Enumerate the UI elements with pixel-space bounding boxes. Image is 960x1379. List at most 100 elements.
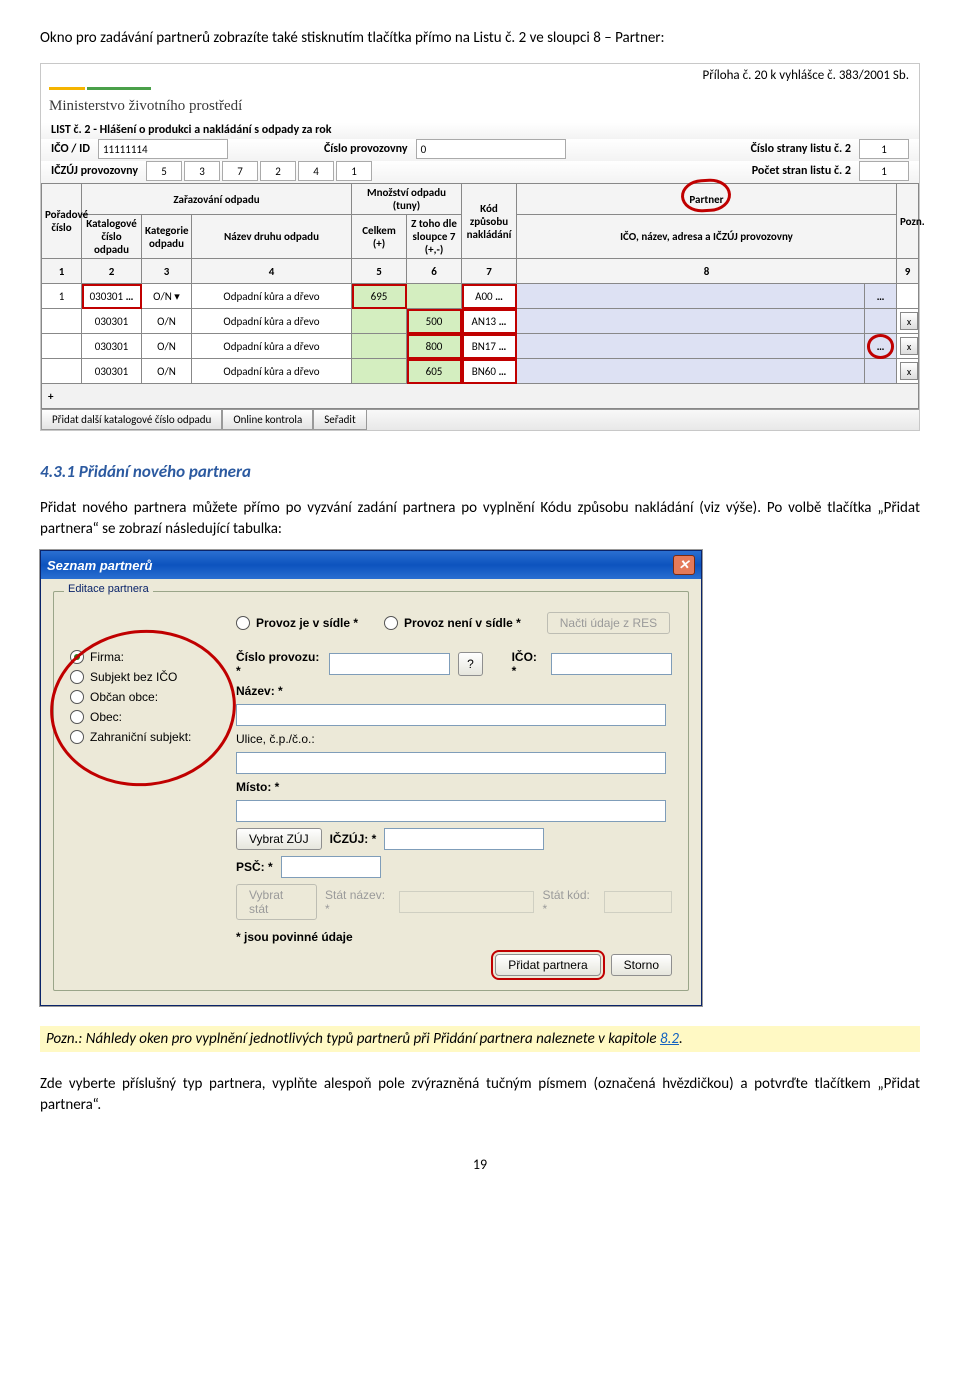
col-num: 3 bbox=[142, 259, 192, 284]
label-ulice: Ulice, č.p./č.o.: bbox=[236, 732, 315, 746]
col-mnozstvi: Množství odpadu (tuny) bbox=[352, 184, 462, 215]
cell-celkem[interactable] bbox=[352, 359, 407, 384]
close-icon[interactable]: ✕ bbox=[673, 555, 695, 575]
ico-value[interactable]: 11111114 bbox=[98, 139, 228, 159]
pocet-stran-value[interactable]: 1 bbox=[859, 161, 909, 181]
input-iczuj[interactable] bbox=[384, 828, 544, 850]
radio-icon[interactable] bbox=[70, 690, 84, 704]
iczuj-cell[interactable]: 2 bbox=[260, 161, 296, 181]
cell-partner-btn[interactable] bbox=[865, 359, 897, 384]
cell-nazev: Odpadní kůra a dřevo bbox=[192, 334, 352, 359]
input-nazev[interactable] bbox=[236, 704, 666, 726]
iczuj-cells[interactable]: 5 3 7 2 4 1 bbox=[146, 161, 372, 181]
col-num: 9 bbox=[897, 259, 919, 284]
cell-on[interactable]: O/N ▾ bbox=[142, 284, 192, 309]
paragraph-intro: Okno pro zadávání partnerů zobrazíte tak… bbox=[40, 28, 920, 49]
cell-ztoho[interactable]: 605 bbox=[407, 359, 462, 384]
cell-partner[interactable] bbox=[517, 334, 865, 359]
col-partner: Partner bbox=[517, 184, 897, 215]
cell-kod[interactable]: BN60 … bbox=[462, 359, 517, 384]
iczuj-cell[interactable]: 3 bbox=[184, 161, 220, 181]
cell-on[interactable]: O/N bbox=[142, 334, 192, 359]
radio-icon[interactable] bbox=[70, 650, 84, 664]
btn-add-catalog[interactable]: Přidat další katalogové číslo odpadu bbox=[41, 410, 222, 430]
cell-nazev: Odpadní kůra a dřevo bbox=[192, 359, 352, 384]
help-button[interactable]: ? bbox=[458, 652, 482, 676]
pocet-stran-label: Počet stran listu č. 2 bbox=[752, 164, 851, 178]
cell-partner[interactable] bbox=[517, 359, 865, 384]
input-ico[interactable] bbox=[551, 653, 672, 675]
cell-kod[interactable]: A00 … bbox=[462, 284, 517, 309]
cell-celkem[interactable] bbox=[352, 309, 407, 334]
attachment-label: Příloha č. 20 k vyhlášce č. 383/2001 Sb. bbox=[41, 64, 919, 83]
cell-del[interactable]: x bbox=[897, 309, 919, 334]
cislo-provozovny-value[interactable]: 0 bbox=[416, 139, 566, 159]
cell-partner-btn[interactable] bbox=[865, 309, 897, 334]
iczuj-cell[interactable]: 7 bbox=[222, 161, 258, 181]
radio-zahranicni[interactable]: Zahraniční subjekt: bbox=[70, 730, 220, 744]
cislo-strany-value[interactable]: 1 bbox=[859, 139, 909, 159]
label-nazev: Název: * bbox=[236, 684, 283, 698]
cell-kat[interactable]: 030301 bbox=[82, 359, 142, 384]
input-misto[interactable] bbox=[236, 800, 666, 822]
cell-kod[interactable]: BN17 … bbox=[462, 334, 517, 359]
cell-ztoho[interactable]: 500 bbox=[407, 309, 462, 334]
radio-firma[interactable]: Firma: bbox=[70, 650, 220, 664]
cell-kod[interactable]: AN13 … bbox=[462, 309, 517, 334]
col-num: 2 bbox=[82, 259, 142, 284]
mandatory-note: * jsou povinné údaje bbox=[236, 930, 672, 944]
cell-partner-btn[interactable]: … bbox=[865, 334, 897, 359]
cell-partner[interactable] bbox=[517, 309, 865, 334]
cell-on[interactable]: O/N bbox=[142, 309, 192, 334]
radio-provoz-neni-v-sidle[interactable]: Provoz není v sídle * bbox=[384, 616, 521, 630]
iczuj-cell[interactable]: 1 bbox=[336, 161, 372, 181]
input-psc[interactable] bbox=[281, 856, 381, 878]
btn-storno[interactable]: Storno bbox=[611, 954, 672, 976]
radio-icon[interactable] bbox=[236, 616, 250, 630]
cell-ztoho[interactable] bbox=[407, 284, 462, 309]
input-ulice[interactable] bbox=[236, 752, 666, 774]
btn-online-check[interactable]: Online kontrola bbox=[222, 410, 313, 430]
cell-kat[interactable]: 030301 bbox=[82, 334, 142, 359]
iczuj-cell[interactable]: 4 bbox=[298, 161, 334, 181]
bottom-toolbar: Přidat další katalogové číslo odpadu Onl… bbox=[41, 409, 919, 430]
radio-subjekt-bez-ico[interactable]: Subjekt bez IČO bbox=[70, 670, 220, 684]
radio-obcan-obce[interactable]: Občan obce: bbox=[70, 690, 220, 704]
paragraph-body: Přidat nového partnera můžete přímo po v… bbox=[40, 498, 920, 540]
label-psc: PSČ: * bbox=[236, 860, 273, 874]
radio-icon[interactable] bbox=[70, 670, 84, 684]
table-row: 030301 O/N Odpadní kůra a dřevo 800 BN17… bbox=[42, 334, 919, 359]
input-cislo-provozu[interactable] bbox=[329, 653, 450, 675]
add-row[interactable]: + bbox=[42, 384, 919, 409]
cell-kat[interactable]: 030301 bbox=[82, 309, 142, 334]
col-num: 1 bbox=[42, 259, 82, 284]
chapter-link[interactable]: 8.2 bbox=[660, 1030, 679, 1048]
radio-obec[interactable]: Obec: bbox=[70, 710, 220, 724]
btn-vybrat-zuj[interactable]: Vybrat ZÚJ bbox=[236, 828, 322, 850]
cell-ztoho[interactable]: 800 bbox=[407, 334, 462, 359]
note-box: Pozn.: Náhledy oken pro vyplnění jednotl… bbox=[40, 1026, 920, 1052]
table-row: 030301 O/N Odpadní kůra a dřevo 500 AN13… bbox=[42, 309, 919, 334]
input-stat-kod bbox=[604, 891, 672, 913]
radio-provoz-v-sidle[interactable]: Provoz je v sídle * bbox=[236, 616, 358, 630]
cell-del[interactable]: x bbox=[897, 359, 919, 384]
col-zarazovani: Zařazování odpadu bbox=[82, 184, 352, 215]
screenshot-dialog-seznam-partneru: Seznam partnerů ✕ Editace partnera Firma… bbox=[40, 550, 702, 1006]
radio-icon[interactable] bbox=[384, 616, 398, 630]
radio-icon[interactable] bbox=[70, 710, 84, 724]
btn-nacti-res: Načti údaje z RES bbox=[547, 612, 670, 634]
cell-kat[interactable]: 030301 … bbox=[82, 284, 142, 309]
btn-pridat-partnera[interactable]: Přidat partnera bbox=[495, 954, 600, 976]
partner-type-column: Firma: Subjekt bez IČO Občan obce: Obec:… bbox=[70, 610, 220, 944]
radio-icon[interactable] bbox=[70, 730, 84, 744]
cell-celkem[interactable] bbox=[352, 334, 407, 359]
cell-on[interactable]: O/N bbox=[142, 359, 192, 384]
page-number: 19 bbox=[40, 1156, 920, 1173]
cell-celkem[interactable]: 695 bbox=[352, 284, 407, 309]
cell-del[interactable]: x bbox=[897, 334, 919, 359]
cell-partner-btn[interactable]: … bbox=[865, 284, 897, 309]
btn-sort[interactable]: Seřadit bbox=[313, 410, 366, 430]
cell-partner[interactable] bbox=[517, 284, 865, 309]
iczuj-cell[interactable]: 5 bbox=[146, 161, 182, 181]
fieldset-legend: Editace partnera bbox=[64, 583, 153, 595]
